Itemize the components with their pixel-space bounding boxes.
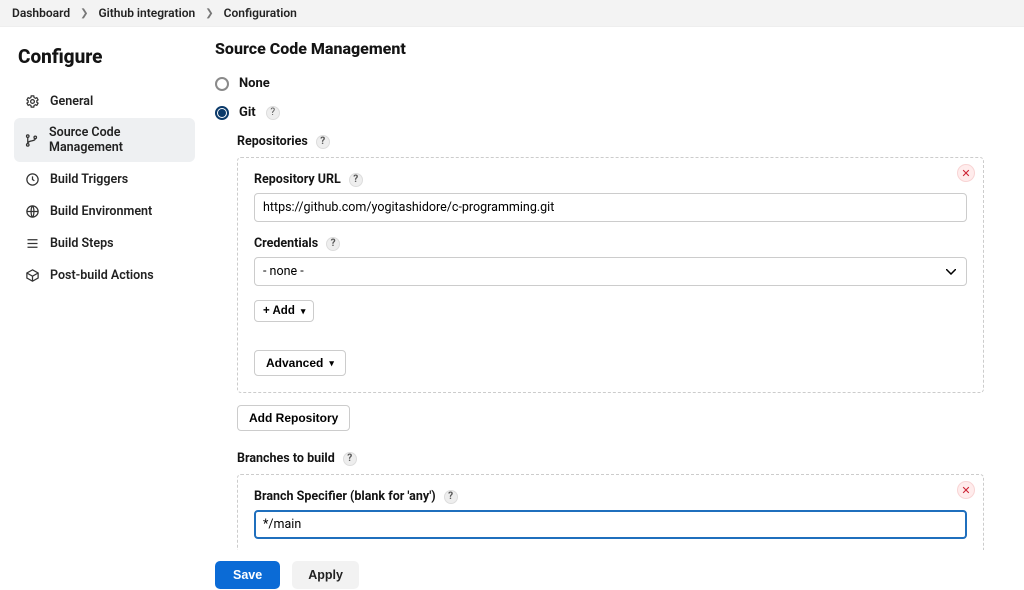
sidebar-title: Configure bbox=[14, 45, 195, 68]
repo-url-label: Repository URL ? bbox=[254, 172, 967, 187]
sidebar-item-steps[interactable]: Build Steps bbox=[14, 228, 195, 258]
credentials-select[interactable]: - none - bbox=[254, 257, 967, 286]
save-button[interactable]: Save bbox=[215, 561, 280, 589]
sidebar-item-environment[interactable]: Build Environment bbox=[14, 196, 195, 226]
radio-icon[interactable] bbox=[215, 77, 229, 91]
help-icon[interactable]: ? bbox=[266, 106, 280, 120]
repositories-label: Repositories ? bbox=[237, 134, 984, 149]
radio-label: Git bbox=[239, 105, 256, 120]
sidebar-item-label: Build Environment bbox=[50, 204, 152, 219]
remove-branch-button[interactable]: ✕ bbox=[957, 481, 975, 499]
branches-label: Branches to build ? bbox=[237, 451, 984, 466]
branch-icon bbox=[24, 132, 39, 148]
help-icon[interactable]: ? bbox=[326, 237, 340, 251]
branch-block: ✕ Branch Specifier (blank for 'any') ? bbox=[237, 474, 984, 556]
globe-icon bbox=[24, 203, 40, 219]
main-content: Source Code Management None Git ? Reposi… bbox=[205, 27, 1024, 589]
radio-icon[interactable] bbox=[215, 106, 229, 120]
branch-specifier-input[interactable] bbox=[254, 510, 967, 539]
chevron-down-icon: ▾ bbox=[301, 306, 306, 317]
help-icon[interactable]: ? bbox=[444, 490, 458, 504]
sidebar-item-label: Source Code Management bbox=[49, 125, 185, 155]
apply-button[interactable]: Apply bbox=[292, 561, 359, 589]
sidebar-item-general[interactable]: General bbox=[14, 86, 195, 116]
page-heading: Source Code Management bbox=[215, 39, 984, 58]
add-repository-button[interactable]: Add Repository bbox=[237, 405, 350, 431]
scm-option-none[interactable]: None bbox=[215, 76, 984, 91]
breadcrumb: Dashboard ❯ Github integration ❯ Configu… bbox=[0, 0, 1024, 27]
gear-icon bbox=[24, 93, 40, 109]
repository-block: ✕ Repository URL ? Credentials ? - none … bbox=[237, 157, 984, 393]
add-credentials-button[interactable]: + Add ▾ bbox=[254, 300, 314, 322]
radio-label: None bbox=[239, 76, 270, 91]
sidebar: Configure General Source Code Management… bbox=[0, 27, 205, 589]
help-icon[interactable]: ? bbox=[316, 135, 330, 149]
sidebar-item-label: Build Steps bbox=[50, 236, 114, 251]
close-icon: ✕ bbox=[961, 167, 970, 180]
scm-option-git[interactable]: Git ? bbox=[215, 105, 984, 120]
chevron-right-icon: ❯ bbox=[80, 8, 88, 19]
sidebar-item-label: Build Triggers bbox=[50, 172, 128, 187]
sidebar-item-triggers[interactable]: Build Triggers bbox=[14, 164, 195, 194]
chevron-down-icon: ▾ bbox=[329, 358, 334, 369]
advanced-toggle[interactable]: Advanced ▾ bbox=[254, 350, 346, 376]
footer-actions: Save Apply bbox=[205, 550, 1024, 589]
breadcrumb-item[interactable]: Github integration bbox=[98, 6, 195, 20]
credentials-label: Credentials ? bbox=[254, 236, 967, 251]
steps-icon bbox=[24, 235, 40, 251]
chevron-right-icon: ❯ bbox=[205, 8, 213, 19]
repo-url-input[interactable] bbox=[254, 193, 967, 222]
sidebar-item-postbuild[interactable]: Post-build Actions bbox=[14, 260, 195, 290]
breadcrumb-item[interactable]: Configuration bbox=[224, 6, 297, 20]
remove-repository-button[interactable]: ✕ bbox=[957, 164, 975, 182]
sidebar-item-label: Post-build Actions bbox=[50, 268, 154, 283]
branch-specifier-label: Branch Specifier (blank for 'any') ? bbox=[254, 489, 967, 504]
breadcrumb-item[interactable]: Dashboard bbox=[12, 6, 70, 20]
clock-icon bbox=[24, 171, 40, 187]
help-icon[interactable]: ? bbox=[349, 173, 363, 187]
close-icon: ✕ bbox=[961, 484, 970, 497]
sidebar-item-label: General bbox=[50, 94, 93, 109]
sidebar-item-scm[interactable]: Source Code Management bbox=[14, 118, 195, 162]
help-icon[interactable]: ? bbox=[343, 452, 357, 466]
package-icon bbox=[24, 267, 40, 283]
